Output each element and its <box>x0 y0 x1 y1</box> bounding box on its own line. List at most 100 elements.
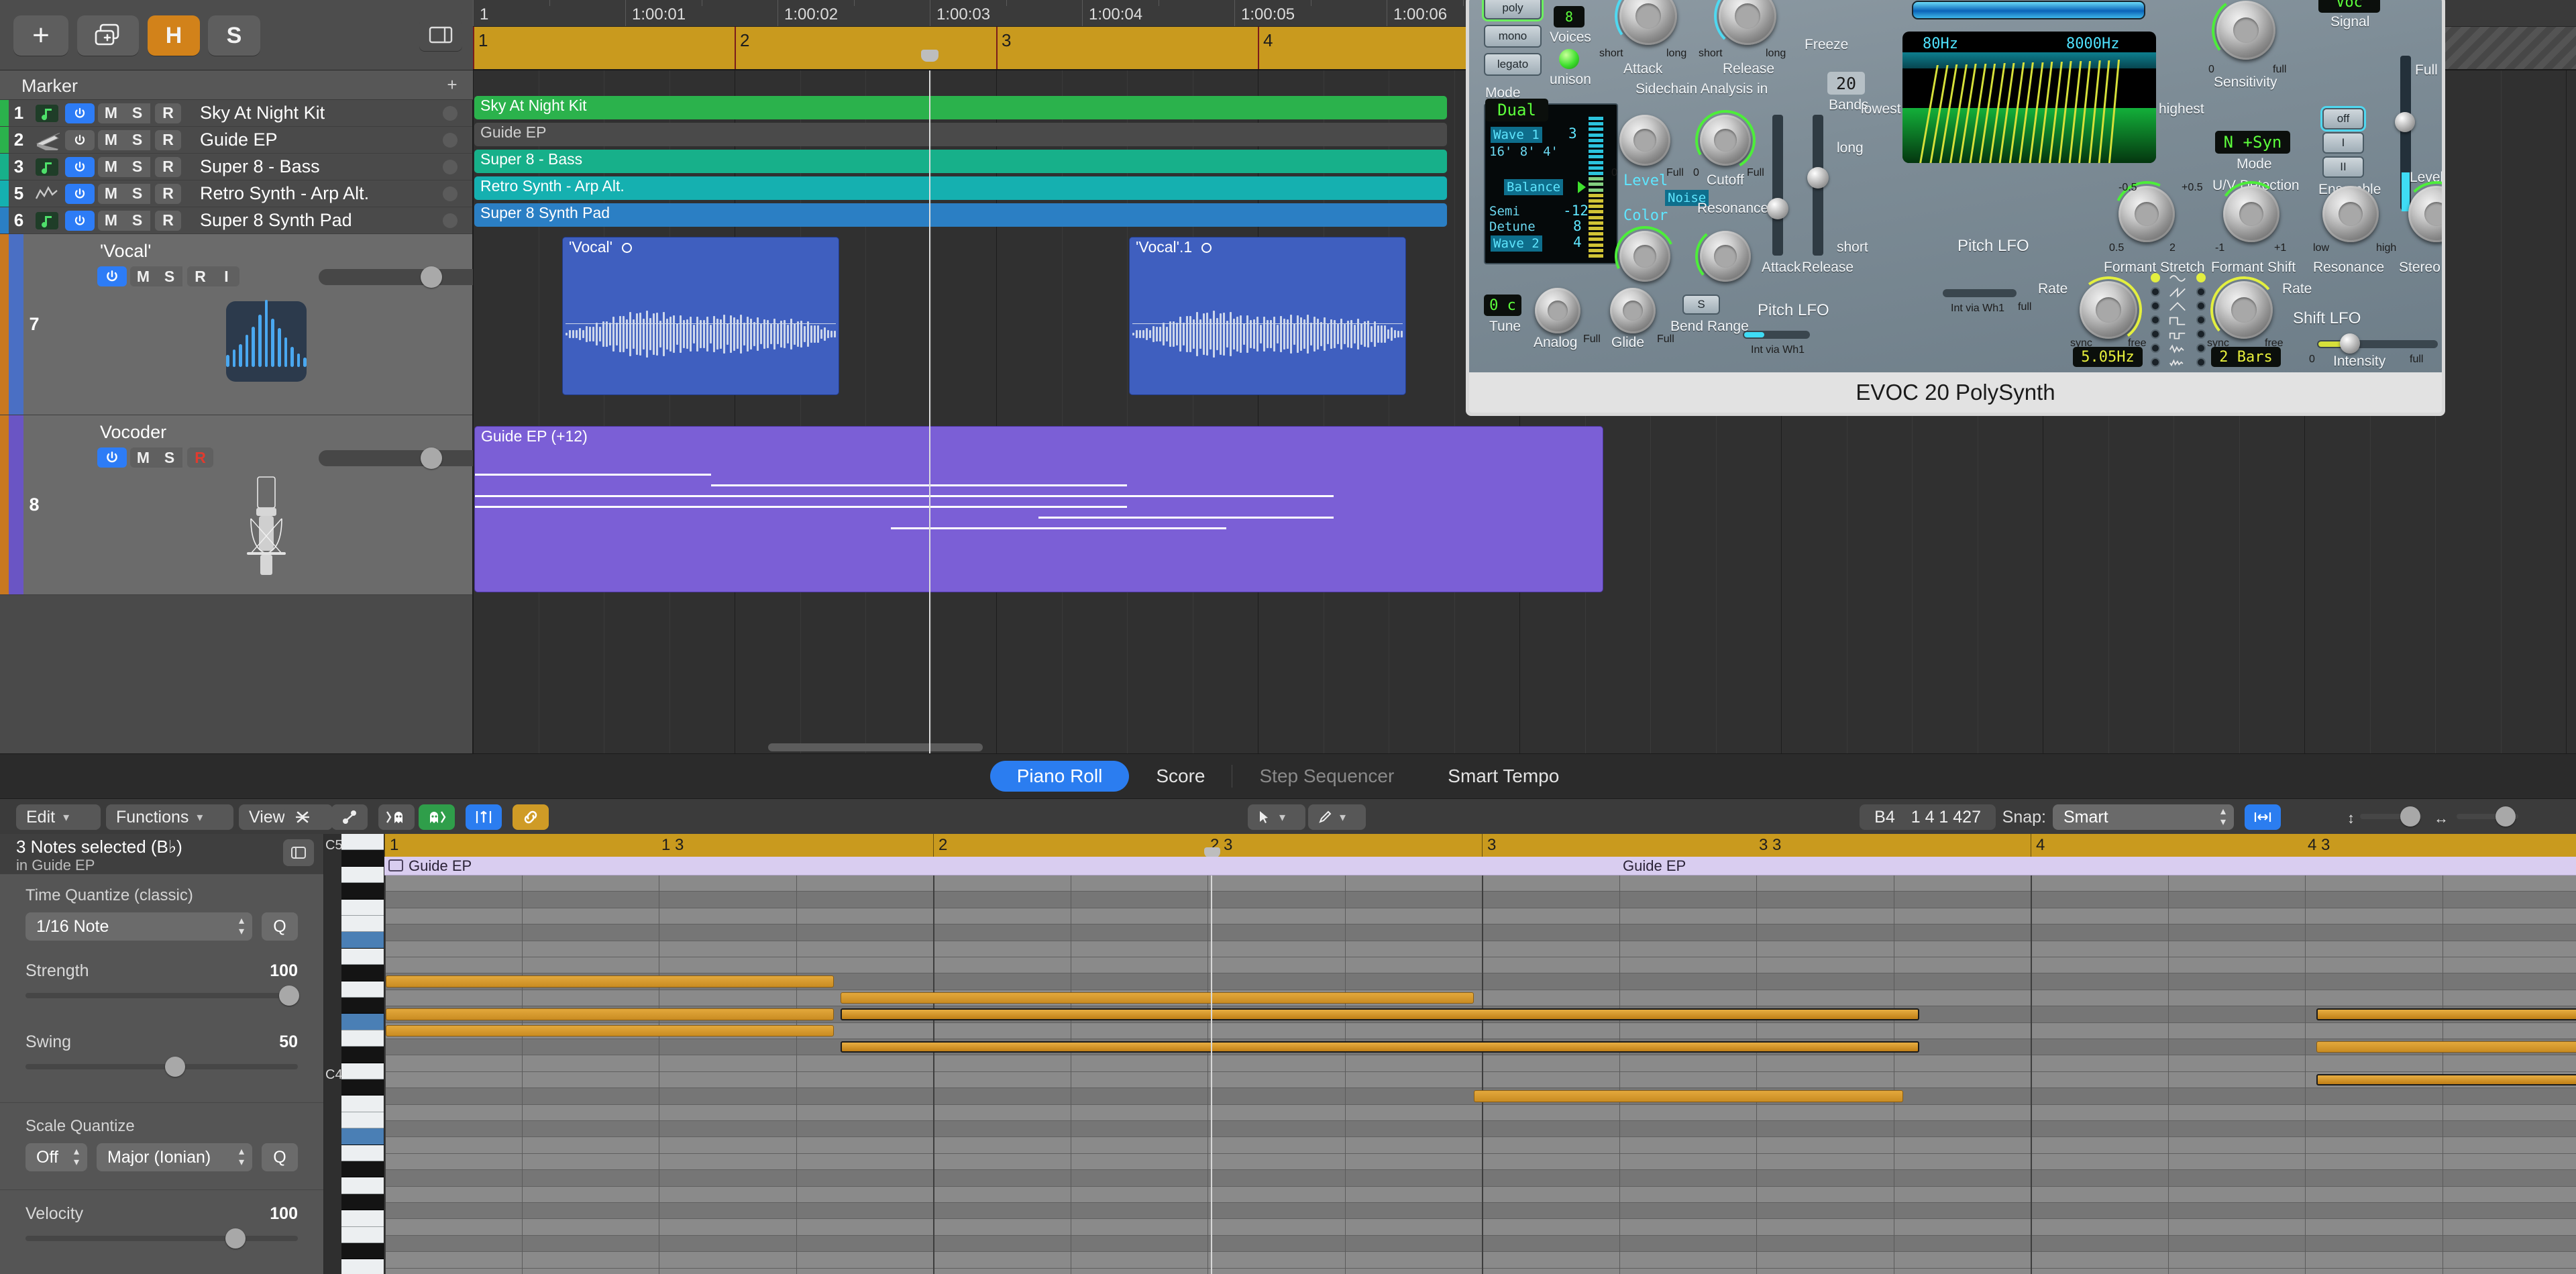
track-row[interactable]: 6 M S R Super 8 Synth Pad <box>0 207 472 234</box>
mute-button[interactable]: M <box>98 103 124 123</box>
bands-value[interactable]: 20 <box>1827 72 1865 95</box>
piano-roll-region-bar[interactable]: Guide EP Guide EP <box>384 857 2576 875</box>
audio-region[interactable]: 'Vocal' <box>562 237 839 395</box>
grid-lane[interactable] <box>384 1219 2576 1236</box>
functions-menu[interactable]: Functions ▾ <box>106 804 233 830</box>
midi-region[interactable]: Guide EP (+12) <box>474 426 1603 592</box>
piano-key[interactable] <box>341 1063 384 1079</box>
ghost-notes-in-icon[interactable] <box>378 804 415 830</box>
track-power-button[interactable] <box>65 183 95 204</box>
track-mute-solo-record[interactable]: MSR <box>98 156 181 177</box>
region[interactable]: Super 8 Synth Pad <box>474 203 1447 227</box>
track-power-button[interactable] <box>97 266 127 286</box>
piano-key[interactable] <box>341 1030 384 1047</box>
shift-lfo-wave-radio[interactable] <box>2196 343 2206 353</box>
track-name[interactable]: Guide EP <box>181 129 443 150</box>
track-name[interactable]: Vocoder <box>100 422 166 443</box>
color-knob[interactable] <box>1606 217 1684 295</box>
shift-lfo-wave-radio[interactable] <box>2196 329 2206 339</box>
formant-stretch-knob[interactable] <box>2104 172 2189 256</box>
mute-button[interactable]: M <box>98 129 124 150</box>
pitch-lfo-wave-radio[interactable] <box>2151 273 2160 282</box>
piano-key[interactable] <box>341 932 384 949</box>
ensemble-two-button[interactable]: II <box>2322 156 2364 178</box>
track-mute-solo-record[interactable]: MSR <box>98 210 181 231</box>
solo-button[interactable]: S <box>124 156 150 177</box>
cutoff-knob[interactable] <box>1688 103 1763 178</box>
strength-slider[interactable] <box>25 986 299 1006</box>
detune-value[interactable]: 8 <box>1573 218 1582 234</box>
grid-lane[interactable] <box>384 892 2576 908</box>
solo-button[interactable]: S <box>156 447 182 468</box>
release-knob[interactable] <box>1714 0 1776 50</box>
piano-key[interactable] <box>341 1243 384 1260</box>
band-range-slider[interactable] <box>1912 1 2145 19</box>
piano-key[interactable] <box>341 1096 384 1112</box>
record-button[interactable]: R <box>155 156 181 177</box>
grid-lane[interactable] <box>384 1071 2576 1089</box>
track-row[interactable]: 5 M S R Retro Synth - Arp Alt. <box>0 180 472 207</box>
midi-note[interactable] <box>2316 1073 2576 1086</box>
unison-led[interactable] <box>1559 49 1579 69</box>
output-level-knob[interactable] <box>2395 112 2415 132</box>
grid-lane[interactable] <box>384 990 2576 1007</box>
wave1-tag[interactable]: Wave 1 <box>1491 127 1542 143</box>
audio-region[interactable]: 'Vocal'.1 <box>1129 237 1406 395</box>
brush-tool-icon[interactable] <box>466 804 502 830</box>
formant-resonance-knob[interactable] <box>2322 186 2379 242</box>
grid-lane[interactable] <box>384 1235 2576 1253</box>
track-name[interactable]: Retro Synth - Arp Alt. <box>181 183 443 204</box>
track-power-button[interactable] <box>65 156 95 177</box>
midi-note[interactable] <box>2316 1008 2576 1020</box>
solo-button[interactable]: S <box>124 129 150 150</box>
wave1-value[interactable]: 3 <box>1568 125 1577 142</box>
attack-slider-knob[interactable] <box>1767 198 1788 219</box>
shift-intensity-knob[interactable] <box>2340 333 2360 354</box>
pitch-lfo-wave-radio[interactable] <box>2151 301 2160 311</box>
grid-lane[interactable] <box>384 908 2576 925</box>
sensitivity-knob[interactable] <box>2207 0 2285 69</box>
shift-lfo-wave-radio[interactable] <box>2196 301 2206 311</box>
balance-meter[interactable] <box>1578 117 1603 263</box>
piano-key[interactable] <box>341 916 384 933</box>
piano-key[interactable] <box>341 965 384 981</box>
pitch-lfo-wave-radio[interactable] <box>2151 287 2160 297</box>
lfo-waveform-selector[interactable] <box>2151 273 2207 374</box>
track-automation-dot[interactable] <box>443 132 458 148</box>
grid-lane[interactable] <box>384 1252 2576 1269</box>
shift-lfo-rate-knob[interactable] <box>2207 273 2281 347</box>
shift-lfo-wave-radio[interactable] <box>2196 315 2206 325</box>
track-row[interactable]: 2 M S R Guide EP <box>0 127 472 154</box>
level-knob[interactable] <box>1619 115 1670 166</box>
pitch-lfo-rate-value[interactable]: 5.05Hz <box>2073 347 2143 367</box>
input-monitor-button[interactable]: I <box>213 266 239 286</box>
wave2-tag[interactable]: Wave 2 <box>1491 235 1542 252</box>
track-row[interactable]: 1 M S R Sky At Night Kit <box>0 100 472 127</box>
snap-select[interactable]: Smart ▴ ▾ <box>2053 804 2234 830</box>
piano-key[interactable] <box>341 1079 384 1096</box>
scale-quantize-q-button[interactable]: Q <box>262 1143 298 1171</box>
solo-button[interactable]: S <box>124 210 150 231</box>
mute-button[interactable]: M <box>98 183 124 204</box>
grid-lane[interactable] <box>384 924 2576 941</box>
record-button[interactable]: R <box>155 103 181 123</box>
playhead-handle[interactable] <box>921 50 938 62</box>
record-button[interactable]: R <box>155 183 181 204</box>
grid-lane[interactable] <box>384 1186 2576 1203</box>
pitch-lfo-wave-radio[interactable] <box>2151 315 2160 325</box>
track-name[interactable]: Sky At Night Kit <box>181 103 443 123</box>
attack-slider[interactable] <box>1772 115 1783 256</box>
midi-note[interactable] <box>841 1041 1919 1053</box>
midi-note[interactable] <box>1474 1090 1903 1102</box>
tab-smart-tempo[interactable]: Smart Tempo <box>1421 761 1586 792</box>
piano-key[interactable] <box>341 834 384 851</box>
shift-lfo-wave-radio[interactable] <box>2196 358 2206 367</box>
piano-roll-grid[interactable] <box>384 875 2576 1274</box>
track-row-large[interactable]: 8 Vocoder M S R <box>0 415 520 595</box>
track-automation-dot[interactable] <box>443 159 458 174</box>
track-mute-solo-record[interactable]: MSR <box>98 183 181 204</box>
track-row-large[interactable]: 7 'Vocal' M S R I <box>0 234 520 415</box>
midi-note[interactable] <box>841 992 1474 1004</box>
collapse-icon[interactable] <box>284 804 321 830</box>
voices-display[interactable]: 8 <box>1554 6 1585 28</box>
